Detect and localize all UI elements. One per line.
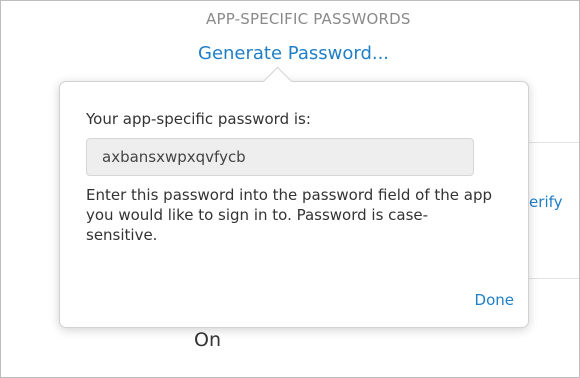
section-heading-app-specific-passwords: APP-SPECIFIC PASSWORDS [206,10,411,28]
generated-password-field[interactable]: axbansxwpxqvfycb [86,138,474,176]
popover-arrow [262,66,293,97]
done-button[interactable]: Done [475,291,514,309]
divider [527,142,579,143]
verify-link-partial[interactable]: /erify [524,193,563,211]
settings-panel: APP-SPECIFIC PASSWORDS Generate Password… [0,0,580,378]
generate-password-link[interactable]: Generate Password... [198,43,389,64]
divider [527,278,579,279]
password-instructions: Enter this password into the password fi… [86,186,492,244]
password-popover: Your app-specific password is: axbansxwp… [59,66,529,328]
setting-value-on: On [194,329,221,351]
password-label: Your app-specific password is: [86,110,311,128]
